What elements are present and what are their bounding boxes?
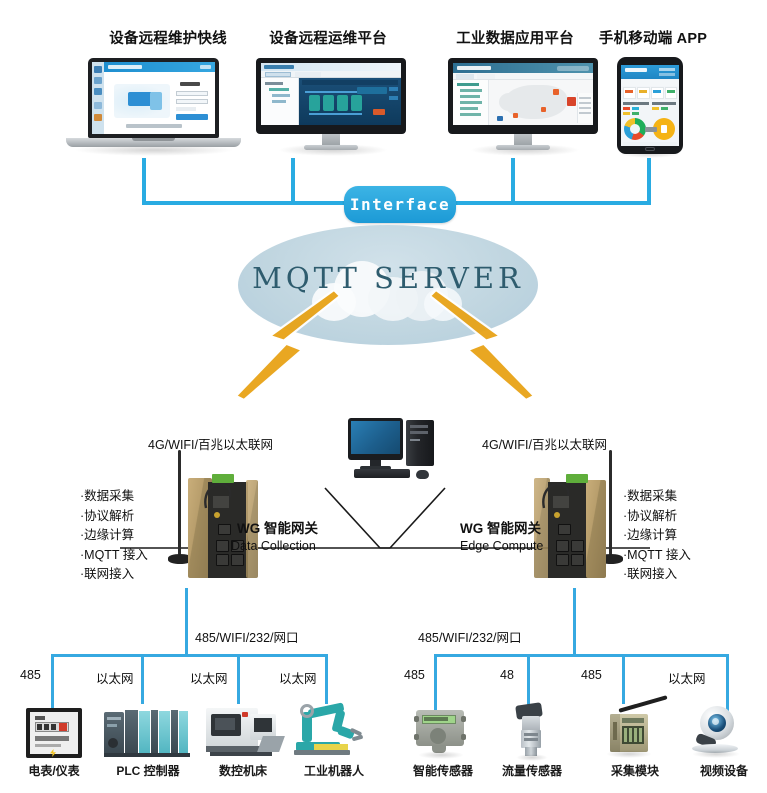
platform-label-0: 设备远程维护快线 bbox=[109, 31, 227, 47]
platform-label-2: 工业数据应用平台 bbox=[456, 31, 574, 47]
pc-screen bbox=[351, 421, 400, 454]
gateway-feature-0-2: ·边缘计算 bbox=[80, 528, 135, 542]
lightning-bolt-left bbox=[234, 290, 340, 402]
device-label-l3: 工业机器人 bbox=[303, 764, 364, 778]
protocol-label-l3: 以太网 bbox=[279, 672, 317, 686]
phone-device bbox=[617, 57, 683, 158]
smart-sensor-icon bbox=[412, 710, 472, 759]
protocol-label-r2: 485 bbox=[581, 668, 602, 682]
protocol-label-r0: 485 bbox=[404, 668, 425, 682]
gateway-title-1: WG 智能网关 bbox=[460, 521, 541, 536]
left-bus-horizontal bbox=[51, 654, 328, 657]
device-label-l1: PLC 控制器 bbox=[116, 764, 180, 778]
phone-screen bbox=[621, 65, 679, 146]
laptop-device bbox=[66, 58, 241, 156]
lightning-bolt-right bbox=[430, 290, 536, 402]
field-bus-label-1: 485/WIFI/232/网口 bbox=[418, 631, 522, 645]
right-bus-drop-2 bbox=[622, 654, 625, 704]
monitor-screen-2 bbox=[453, 63, 593, 125]
platform-label-1: 设备远程运维平台 bbox=[269, 31, 387, 47]
device-label-r0: 智能传感器 bbox=[412, 764, 473, 778]
left-bus-drop-3 bbox=[325, 654, 328, 704]
interface-button[interactable]: Interface bbox=[344, 186, 456, 223]
gateway-title-0: WG 智能网关 bbox=[237, 521, 318, 536]
gateway-feature-0-1: ·协议解析 bbox=[80, 508, 135, 523]
architecture-diagram: 设备远程维护快线 设备远程运维平台 工业数据应用平台 手机移动端 APP Int… bbox=[0, 0, 767, 793]
monitor-device-1 bbox=[256, 58, 406, 156]
left-bus-feed bbox=[185, 588, 188, 656]
right-bus-feed bbox=[573, 588, 576, 656]
device-label-l2: 数控机床 bbox=[218, 764, 267, 778]
gateway-feature-0-0: ·数据采集 bbox=[80, 489, 135, 503]
power-meter-icon bbox=[26, 708, 82, 758]
gateway-feature-0-4: ·联网接入 bbox=[80, 567, 135, 581]
protocol-label-l2: 以太网 bbox=[190, 672, 228, 686]
plc-controller-icon bbox=[104, 708, 190, 758]
left-bus-drop-1 bbox=[141, 654, 144, 704]
device-label-l0: 电表/仪表 bbox=[28, 764, 80, 778]
flow-sensor-icon bbox=[510, 702, 554, 761]
protocol-label-r3: 以太网 bbox=[668, 672, 706, 686]
bus-drop-3 bbox=[647, 158, 651, 205]
protocol-label-l1: 以太网 bbox=[96, 672, 134, 686]
gateway-device-1 bbox=[530, 450, 640, 585]
right-bus-drop-3 bbox=[726, 654, 729, 712]
right-bus-horizontal bbox=[434, 654, 729, 657]
protocol-label-r1: 48 bbox=[500, 668, 514, 682]
platform-label-3: 手机移动端 APP bbox=[598, 31, 708, 47]
device-label-r3: 视频设备 bbox=[699, 764, 748, 778]
acquisition-module-icon bbox=[600, 695, 672, 758]
field-bus-label-0: 485/WIFI/232/网口 bbox=[195, 631, 299, 645]
bus-drop-0 bbox=[142, 158, 146, 205]
gateway-feature-0-3: ·MQTT 接入 bbox=[80, 547, 148, 562]
device-label-r2: 采集模块 bbox=[610, 764, 659, 778]
left-bus-drop-2 bbox=[237, 654, 240, 704]
industrial-robot-icon bbox=[294, 702, 370, 758]
left-bus-drop-0 bbox=[51, 654, 54, 714]
video-camera-icon bbox=[690, 706, 750, 758]
gateway-subtitle-1: Edge Compute bbox=[460, 539, 544, 553]
gateway-subtitle-0: Data Collection bbox=[231, 539, 316, 553]
protocol-label-l0: 485 bbox=[20, 668, 41, 682]
laptop-screen bbox=[92, 62, 215, 134]
monitor-screen-1 bbox=[261, 63, 401, 125]
device-label-r1: 流量传感器 bbox=[501, 764, 562, 778]
gateway-features-0: ·数据采集 ·协议解析 ·边缘计算 ·MQTT 接入 ·联网接入 bbox=[80, 487, 148, 585]
monitor-device-2 bbox=[448, 58, 598, 156]
cnc-machine-icon bbox=[206, 706, 285, 758]
bus-drop-2 bbox=[511, 158, 515, 205]
right-bus-drop-0 bbox=[434, 654, 437, 714]
bus-drop-1 bbox=[291, 158, 295, 205]
